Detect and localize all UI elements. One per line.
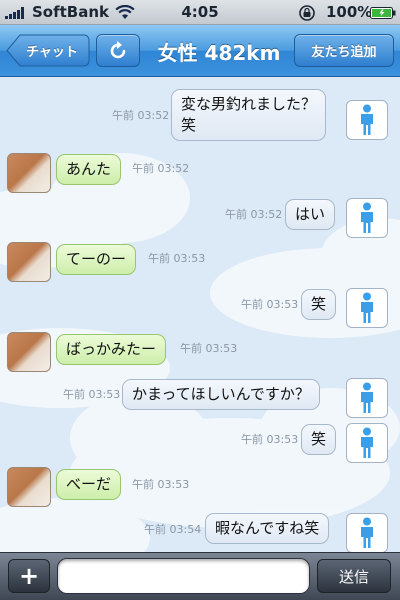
message-timestamp: 午前 03:52	[112, 109, 170, 122]
incoming-message[interactable]: あんた	[56, 154, 122, 185]
self-avatar[interactable]	[346, 198, 388, 238]
back-button[interactable]: チャット	[6, 34, 90, 67]
outgoing-message[interactable]: 暇なんですね笑	[205, 513, 330, 544]
navigation-bar: チャット 女性 482km 友たち追加	[0, 25, 400, 77]
outgoing-message[interactable]: 変な男釣れました？ 笑	[171, 89, 327, 141]
message-timestamp: 午前 03:52	[132, 162, 190, 175]
outgoing-message[interactable]: かまってほしいんですか？	[122, 379, 320, 410]
self-avatar[interactable]	[346, 288, 388, 328]
add-friend-button[interactable]: 友たち追加	[294, 34, 394, 67]
battery-percent: 100%	[326, 3, 373, 21]
person-icon	[361, 104, 373, 135]
status-bar: SoftBank 4:05 100%	[0, 0, 400, 25]
incoming-message[interactable]: べーだ	[56, 469, 122, 500]
partner-avatar[interactable]	[7, 467, 51, 507]
self-avatar[interactable]	[346, 513, 388, 552]
incoming-message[interactable]: てーのー	[56, 244, 137, 275]
chat-area[interactable]: 午前 03:52 変な男釣れました？ 笑 あんた 午前 03:52 午前 03:…	[0, 78, 400, 552]
person-icon	[361, 382, 373, 413]
message-timestamp: 午前 03:53	[180, 342, 238, 355]
message-composer: + 送信	[0, 552, 400, 600]
message-timestamp: 午前 03:53	[148, 252, 206, 265]
refresh-icon	[110, 40, 126, 58]
message-timestamp: 午前 03:54	[144, 523, 202, 536]
person-icon	[361, 427, 373, 458]
incoming-message[interactable]: ばっかみたー	[56, 334, 167, 365]
rotation-lock-icon	[299, 5, 315, 21]
self-avatar[interactable]	[346, 378, 388, 418]
message-timestamp: 午前 03:53	[132, 478, 190, 491]
message-timestamp: 午前 03:52	[225, 208, 283, 221]
attach-button[interactable]: +	[8, 559, 50, 593]
person-icon	[361, 517, 373, 548]
partner-avatar[interactable]	[7, 332, 51, 372]
refresh-button[interactable]	[96, 34, 140, 67]
partner-avatar[interactable]	[7, 153, 51, 193]
self-avatar[interactable]	[346, 100, 388, 140]
outgoing-message[interactable]: 笑	[301, 289, 337, 320]
outgoing-message[interactable]: 笑	[301, 424, 337, 455]
page-title: 女性 482km	[157, 41, 281, 65]
self-avatar[interactable]	[346, 423, 388, 463]
message-timestamp: 午前 03:53	[241, 298, 299, 311]
outgoing-message[interactable]: はい	[285, 199, 336, 230]
person-icon	[361, 202, 373, 233]
battery-icon	[370, 7, 396, 19]
person-icon	[361, 292, 373, 323]
message-input[interactable]	[57, 558, 310, 594]
partner-avatar[interactable]	[7, 242, 51, 282]
message-timestamp: 午前 03:53	[63, 388, 121, 401]
back-button-label: チャット	[26, 45, 78, 60]
message-timestamp: 午前 03:53	[241, 433, 299, 446]
send-button[interactable]: 送信	[317, 559, 391, 593]
